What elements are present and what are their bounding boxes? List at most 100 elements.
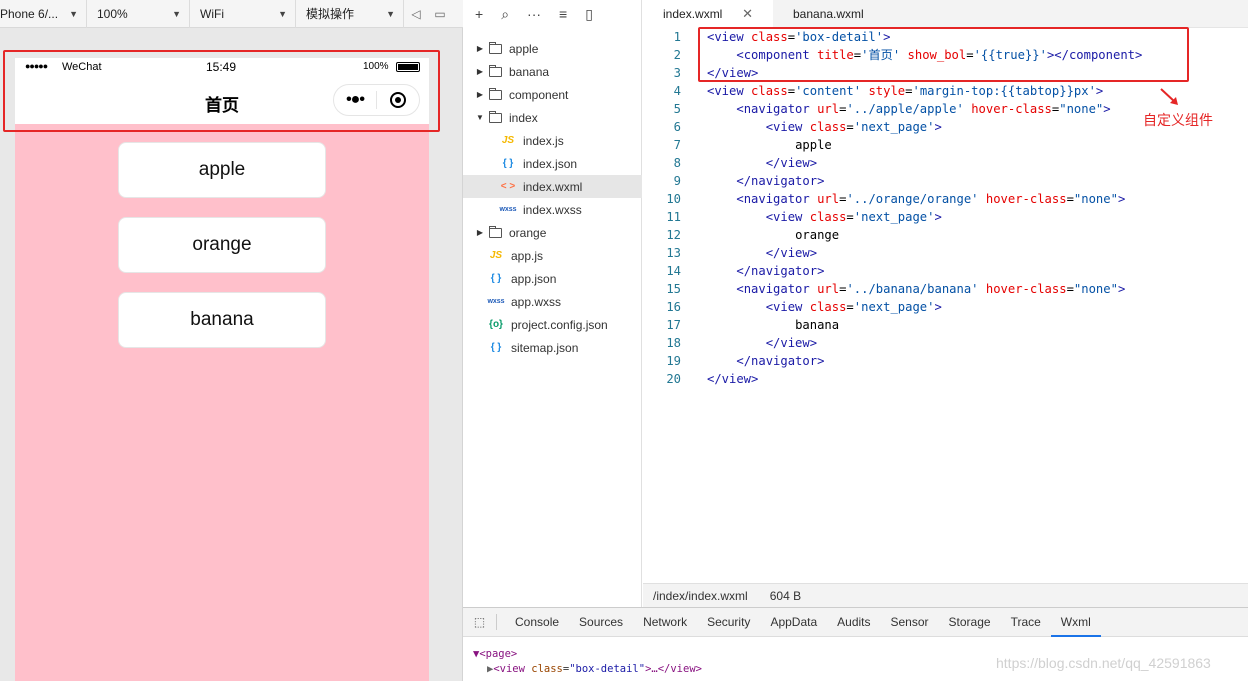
device-select[interactable]: Phone 6/... ▼	[0, 0, 87, 28]
search-icon[interactable]: ⌕	[501, 6, 509, 23]
more-icon[interactable]: ···	[527, 6, 541, 22]
chevron-right-icon[interactable]: ▶	[475, 44, 485, 53]
code-line[interactable]: 17 banana	[643, 316, 1248, 334]
code-line[interactable]: 13 </view>	[643, 244, 1248, 262]
code-line[interactable]: 10 <navigator url='../orange/orange' hov…	[643, 190, 1248, 208]
file-tree-item-label: app.wxss	[511, 294, 562, 309]
banana-button[interactable]: banana	[118, 292, 326, 348]
devtools-tab-network[interactable]: Network	[633, 608, 697, 637]
chevron-down-icon: ▼	[386, 8, 395, 19]
add-icon[interactable]: +	[475, 6, 483, 22]
code-line[interactable]: 15 <navigator url='../banana/banana' hov…	[643, 280, 1248, 298]
file-tree-item-label: index.json	[523, 156, 578, 171]
file-tree-item[interactable]: wxss index.wxss	[463, 198, 642, 221]
chevron-down-icon[interactable]: ▼	[475, 113, 485, 122]
file-tree-item[interactable]: wxss app.wxss	[463, 290, 642, 313]
line-content: </navigator>	[736, 264, 825, 278]
zoom-select[interactable]: 100% ▼	[87, 0, 190, 28]
chevron-right-icon[interactable]: ▶	[475, 67, 485, 76]
code-line[interactable]: 20 </view>	[643, 370, 1248, 388]
popout-icon[interactable]: ▭	[428, 0, 452, 28]
line-number: 15	[666, 282, 681, 296]
file-tree-item-label: apple	[509, 41, 539, 56]
tab-label: index.wxml	[663, 7, 723, 21]
code-area[interactable]: 1 <view class='box-detail'> 2 <component t…	[643, 28, 1248, 388]
file-tree-item[interactable]: ▶ banana	[463, 60, 642, 83]
file-tree-item[interactable]: < > index.wxml	[463, 175, 642, 198]
editor-tabs: index.wxml ✕ banana.wxml	[643, 0, 1248, 28]
devtools-tab-storage[interactable]: Storage	[939, 608, 1001, 637]
file-tree-item-label: app.json	[511, 271, 557, 286]
line-content: <view class='content' style='margin-top:…	[707, 84, 1104, 98]
apple-button[interactable]: apple	[118, 142, 326, 198]
inspect-icon[interactable]: ⬚	[463, 614, 497, 630]
devtools-tab-sensor[interactable]: Sensor	[881, 608, 939, 637]
file-tree-item[interactable]: JS app.js	[463, 244, 642, 267]
code-line[interactable]: 16 <view class='next_page'>	[643, 298, 1248, 316]
file-tree-item[interactable]: ▶ component	[463, 83, 642, 106]
code-line[interactable]: 12 orange	[643, 226, 1248, 244]
file-tree-item-label: index.wxss	[523, 202, 582, 217]
devtools-tab-trace[interactable]: Trace	[1001, 608, 1051, 637]
tab-index-wxml[interactable]: index.wxml ✕	[643, 0, 773, 28]
chevron-right-icon[interactable]: ▶	[475, 90, 485, 99]
devtools-tab-audits[interactable]: Audits	[827, 608, 880, 637]
chevron-right-icon[interactable]: ▶	[475, 228, 485, 237]
speaker-icon[interactable]: ◁	[404, 0, 428, 28]
devtools-tab-sources[interactable]: Sources	[569, 608, 633, 637]
network-select-value: WiFi	[200, 6, 224, 21]
annotation-arrow-icon	[1160, 88, 1178, 105]
close-icon[interactable]: ✕	[742, 6, 753, 22]
line-content: </view>	[707, 372, 759, 386]
file-tree-item[interactable]: ▼ index	[463, 106, 642, 129]
code-line[interactable]: 8 </view>	[643, 154, 1248, 172]
devtools-tab-wxml[interactable]: Wxml	[1050, 608, 1101, 637]
file-tree-item[interactable]: JS index.js	[463, 129, 642, 152]
file-tree-item[interactable]: {o} project.config.json	[463, 313, 642, 336]
line-content: <navigator url='../apple/apple' hover-cl…	[736, 102, 1111, 116]
operation-select[interactable]: 模拟操作 ▼	[296, 0, 404, 28]
file-tree-item[interactable]: { } sitemap.json	[463, 336, 642, 359]
file-explorer-toolbar: + ⌕ ··· ≡ ▯	[463, 0, 641, 28]
code-line[interactable]: 11 <view class='next_page'>	[643, 208, 1248, 226]
file-explorer: + ⌕ ··· ≡ ▯ ▶ apple ▶ banana ▶ component ▼ inde…	[463, 0, 642, 607]
line-number: 4	[673, 84, 681, 98]
line-number: 13	[666, 246, 681, 260]
file-tree-item[interactable]: { } app.json	[463, 267, 642, 290]
file-tree-item[interactable]: { } index.json	[463, 152, 642, 175]
phone-screen: ●●●●● WeChat 15:49 100% 首页 •●• apple ora…	[15, 58, 429, 681]
network-select[interactable]: WiFi ▼	[190, 0, 296, 28]
line-content: </view>	[765, 246, 818, 260]
code-line[interactable]: 19 </navigator>	[643, 352, 1248, 370]
cfg-file-icon: {o}	[489, 319, 503, 330]
orange-button[interactable]: orange	[118, 217, 326, 273]
js-file-icon: JS	[501, 135, 515, 146]
chevron-down-icon: ▼	[172, 8, 181, 19]
code-line[interactable]: 7 apple	[643, 136, 1248, 154]
code-line[interactable]: 18 </view>	[643, 334, 1248, 352]
simulator-toolbar: Phone 6/... ▼ 100% ▼ WiFi ▼ 模拟操作 ▼ ◁ ▭	[0, 0, 463, 28]
devtools-tab-console[interactable]: Console	[505, 608, 569, 637]
split-icon[interactable]: ▯	[585, 6, 593, 23]
folder-icon	[489, 41, 502, 54]
code-line[interactable]: 14 </navigator>	[643, 262, 1248, 280]
json-file-icon: { }	[502, 158, 514, 169]
line-number: 6	[673, 120, 681, 134]
line-number: 10	[666, 192, 681, 206]
tab-banana-wxml[interactable]: banana.wxml	[773, 0, 884, 28]
file-tree-item[interactable]: ▶ orange	[463, 221, 642, 244]
collapse-icon[interactable]: ≡	[559, 6, 567, 22]
highlight-box-code	[698, 27, 1189, 82]
file-size: 604 B	[769, 588, 802, 603]
file-tree-item-label: app.js	[511, 248, 544, 263]
line-content: <navigator url='../orange/orange' hover-…	[736, 192, 1126, 206]
file-tree-item[interactable]: ▶ apple	[463, 37, 642, 60]
line-content: <view class='next_page'>	[765, 210, 942, 224]
wxss-file-icon: wxss	[487, 298, 505, 305]
line-number: 12	[666, 228, 681, 242]
devtools-tab-security[interactable]: Security	[697, 608, 760, 637]
devtools-tab-appdata[interactable]: AppData	[760, 608, 827, 637]
line-content: orange	[795, 228, 840, 242]
code-line[interactable]: 9 </navigator>	[643, 172, 1248, 190]
chevron-down-icon: ▼	[278, 8, 287, 19]
